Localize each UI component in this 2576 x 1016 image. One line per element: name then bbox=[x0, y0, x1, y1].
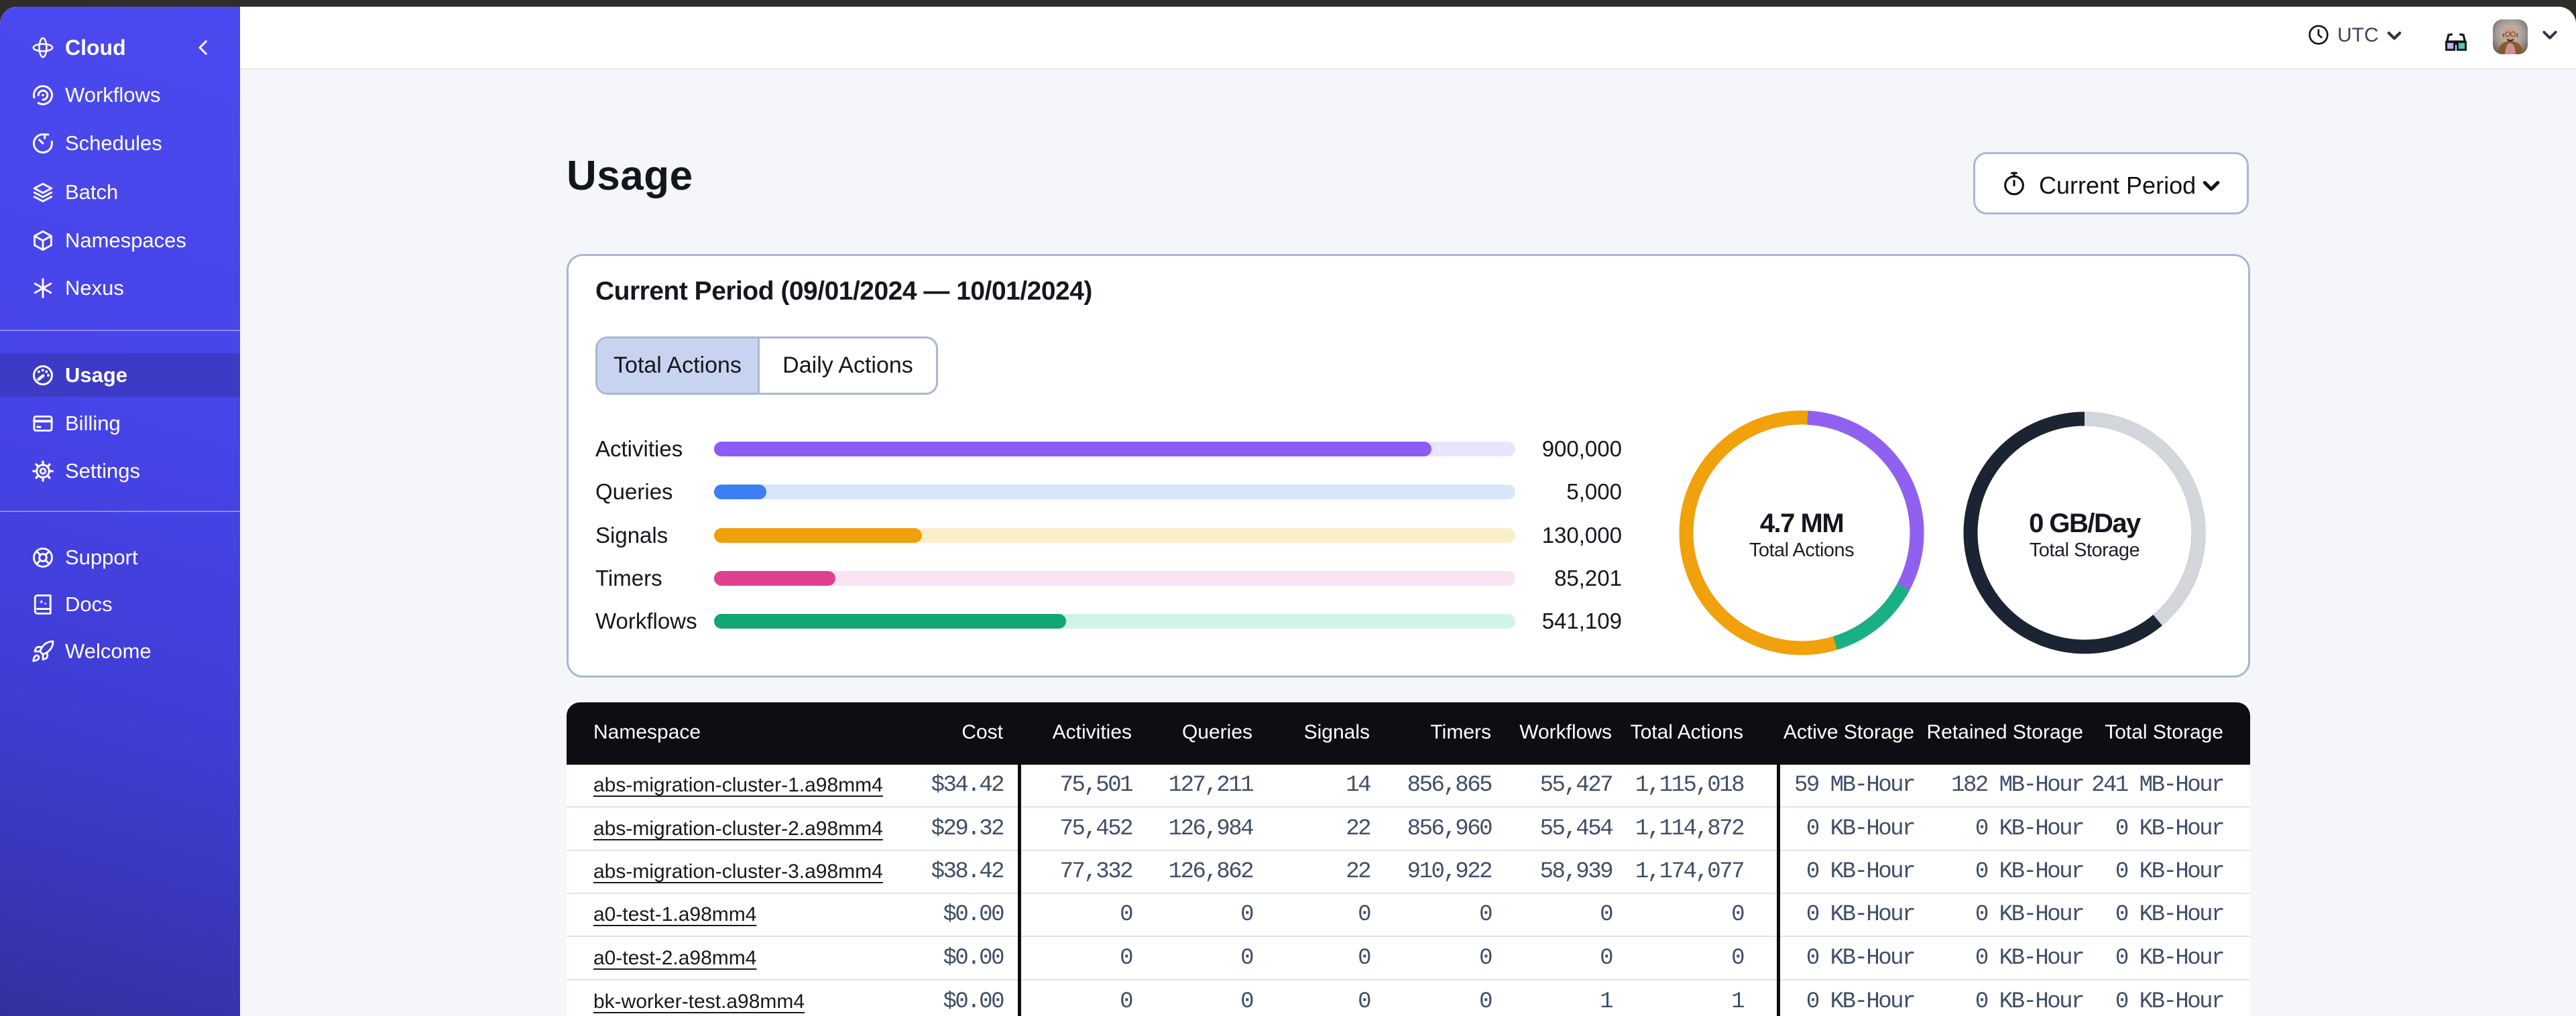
svg-text:Total Storage: Total Storage bbox=[2030, 539, 2140, 561]
svg-text:Total Actions: Total Actions bbox=[1749, 539, 1854, 561]
svg-text:0 GB/Day: 0 GB/Day bbox=[2029, 509, 2142, 538]
svg-text:4.7 MM: 4.7 MM bbox=[1760, 509, 1843, 538]
